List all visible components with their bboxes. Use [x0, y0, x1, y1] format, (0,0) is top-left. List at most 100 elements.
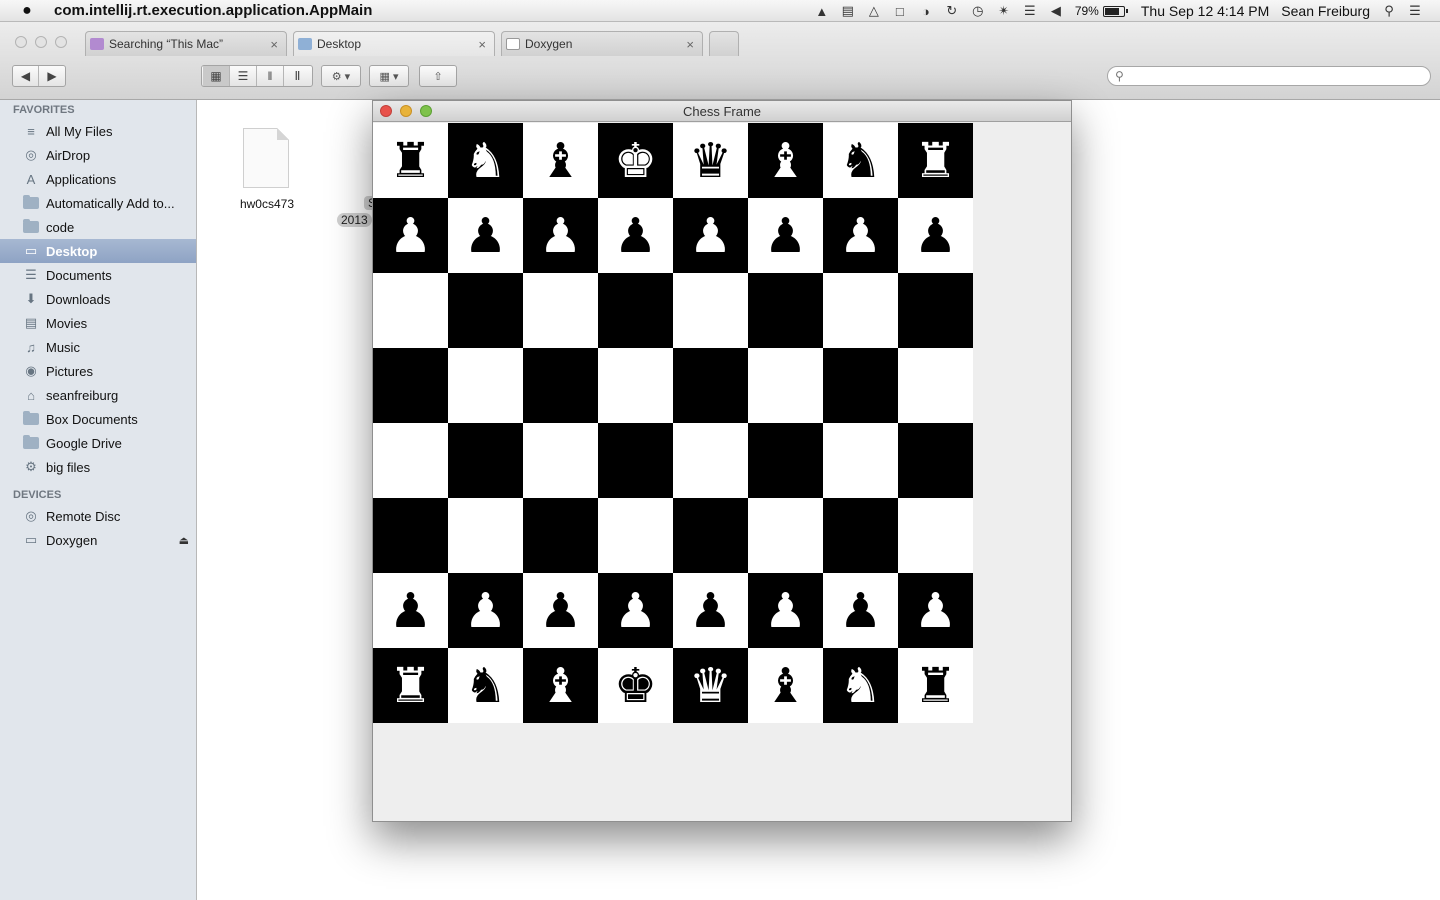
chess-square[interactable] — [448, 498, 523, 573]
chess-square[interactable]: ♝ — [748, 648, 823, 723]
sidebar-item-seanfreiburg[interactable]: ⌂ seanfreiburg — [0, 383, 196, 407]
chess-square[interactable] — [373, 498, 448, 573]
spotlight-icon[interactable]: ⚲ — [1378, 0, 1400, 22]
sidebar-item-applications[interactable]: A Applications — [0, 167, 196, 191]
chess-square[interactable]: ♟ — [523, 573, 598, 648]
chess-square[interactable]: ♟ — [373, 573, 448, 648]
arrange-button[interactable]: ▦ ▾ — [369, 65, 409, 87]
chess-square[interactable] — [448, 423, 523, 498]
clock[interactable]: Thu Sep 12 4:14 PM — [1141, 3, 1269, 19]
chess-square[interactable] — [823, 348, 898, 423]
chess-square[interactable] — [898, 273, 973, 348]
chess-square[interactable]: ♜ — [373, 123, 448, 198]
icon-view-button[interactable]: ▦ — [203, 66, 230, 86]
sidebar-item-desktop[interactable]: ▭ Desktop — [0, 239, 196, 263]
list-view-button[interactable]: ☰ — [230, 66, 257, 86]
sidebar-item-doxygen[interactable]: ▭ Doxygen ⏏ — [0, 528, 196, 552]
chess-square[interactable] — [673, 498, 748, 573]
zoom-window-button[interactable] — [55, 36, 67, 48]
chess-square[interactable]: ♝ — [523, 123, 598, 198]
chess-square[interactable] — [523, 498, 598, 573]
chess-square[interactable]: ♟ — [823, 198, 898, 273]
chess-square[interactable]: ♜ — [898, 648, 973, 723]
chess-square[interactable] — [373, 273, 448, 348]
coverflow-view-button[interactable]: Ⅱ — [284, 66, 311, 86]
chess-square[interactable] — [898, 348, 973, 423]
chess-square[interactable] — [823, 273, 898, 348]
selection-icon[interactable]: □ — [889, 0, 911, 22]
chess-square[interactable]: ♛ — [673, 648, 748, 723]
chess-square[interactable]: ♚ — [598, 648, 673, 723]
chess-square[interactable]: ♟ — [673, 198, 748, 273]
zoom-window-button[interactable] — [420, 105, 432, 117]
chess-square[interactable]: ♟ — [598, 198, 673, 273]
wifi-icon[interactable]: ☰ — [1019, 0, 1041, 22]
chess-square[interactable]: ♛ — [673, 123, 748, 198]
chess-square[interactable]: ♟ — [448, 573, 523, 648]
scanner-icon[interactable]: ▤ — [837, 0, 859, 22]
chess-square[interactable]: ♟ — [673, 573, 748, 648]
forward-button[interactable]: ▶ — [39, 66, 65, 86]
chess-square[interactable] — [523, 423, 598, 498]
sidebar-item-remote-disc[interactable]: ◎ Remote Disc — [0, 504, 196, 528]
tab-doxygen[interactable]: Doxygen × — [501, 31, 703, 56]
chess-square[interactable] — [598, 423, 673, 498]
close-window-button[interactable] — [15, 36, 27, 48]
chess-square[interactable]: ♝ — [523, 648, 598, 723]
chess-square[interactable]: ♟ — [823, 573, 898, 648]
new-tab-button[interactable] — [709, 31, 739, 56]
close-tab-icon[interactable]: × — [270, 37, 278, 52]
chess-square[interactable] — [748, 498, 823, 573]
chess-square[interactable] — [448, 348, 523, 423]
chess-square[interactable]: ♞ — [823, 648, 898, 723]
chess-square[interactable] — [598, 348, 673, 423]
minimize-window-button[interactable] — [400, 105, 412, 117]
chess-square[interactable]: ♟ — [598, 573, 673, 648]
chess-square[interactable] — [673, 348, 748, 423]
chess-square[interactable] — [823, 498, 898, 573]
chess-square[interactable]: ♟ — [448, 198, 523, 273]
chess-square[interactable]: ♟ — [748, 198, 823, 273]
close-tab-icon[interactable]: × — [478, 37, 486, 52]
bowler-hat-icon[interactable]: ▲ — [811, 0, 833, 22]
chess-square[interactable] — [523, 348, 598, 423]
chess-square[interactable]: ♜ — [373, 648, 448, 723]
search-field[interactable]: ⚲ — [1107, 66, 1431, 86]
chess-square[interactable] — [748, 423, 823, 498]
chess-square[interactable] — [673, 423, 748, 498]
action-gear-button[interactable]: ⚙ ▾ — [321, 65, 361, 87]
time-machine-icon[interactable]: ◷ — [967, 0, 989, 22]
chess-square[interactable] — [598, 498, 673, 573]
user-menu[interactable]: Sean Freiburg — [1281, 3, 1370, 19]
sidebar-item-airdrop[interactable]: ◎ AirDrop — [0, 143, 196, 167]
chess-square[interactable] — [598, 273, 673, 348]
chess-square[interactable]: ♝ — [748, 123, 823, 198]
column-view-button[interactable]: ‖ — [257, 66, 284, 86]
chess-square[interactable] — [898, 498, 973, 573]
document-icon[interactable] — [243, 128, 289, 188]
tab-desktop[interactable]: Desktop × — [293, 31, 495, 56]
sidebar-item-downloads[interactable]: ⬇ Downloads — [0, 287, 196, 311]
chess-square[interactable]: ♜ — [898, 123, 973, 198]
chess-square[interactable] — [898, 423, 973, 498]
sidebar-item-pictures[interactable]: ◉ Pictures — [0, 359, 196, 383]
close-tab-icon[interactable]: × — [686, 37, 694, 52]
chess-square[interactable]: ♟ — [523, 198, 598, 273]
chess-square[interactable] — [373, 348, 448, 423]
cloud-icon[interactable]: ◑ — [915, 0, 937, 22]
sidebar-item-big-files[interactable]: ⚙ big files — [0, 455, 196, 479]
chess-square[interactable] — [448, 273, 523, 348]
drive-icon[interactable]: △ — [863, 0, 885, 22]
chess-square[interactable]: ♚ — [598, 123, 673, 198]
volume-icon[interactable]: ◀ — [1045, 0, 1067, 22]
chess-square[interactable] — [673, 273, 748, 348]
chess-square[interactable]: ♟ — [898, 198, 973, 273]
sidebar-item-movies[interactable]: ▤ Movies — [0, 311, 196, 335]
chess-square[interactable]: ♞ — [448, 648, 523, 723]
chess-square[interactable] — [748, 348, 823, 423]
chess-square[interactable] — [373, 423, 448, 498]
sidebar-item-google-drive[interactable]: Google Drive — [0, 431, 196, 455]
bluetooth-icon[interactable]: ✴ — [993, 0, 1015, 22]
sidebar-item-documents[interactable]: ☰ Documents — [0, 263, 196, 287]
notification-center-icon[interactable]: ☰ — [1404, 0, 1426, 22]
